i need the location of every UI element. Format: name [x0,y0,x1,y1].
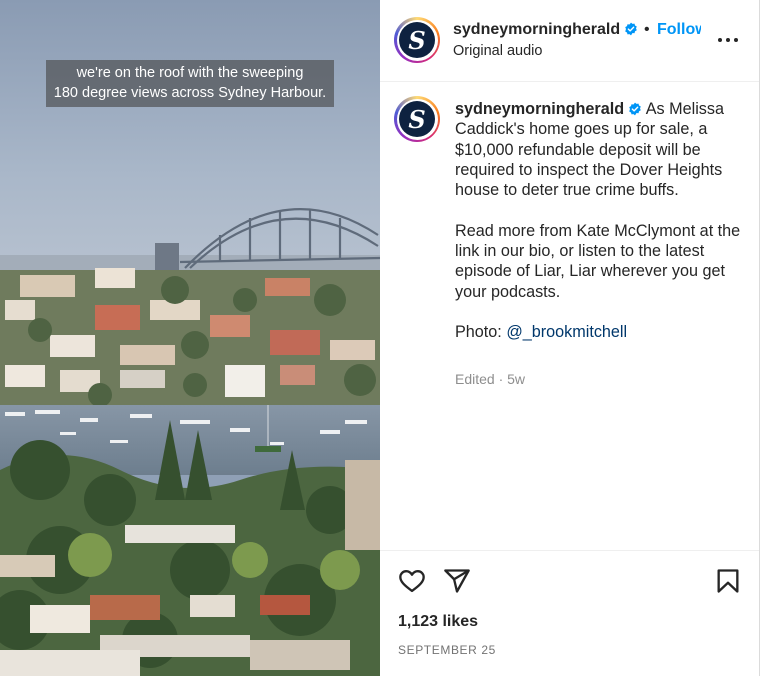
edited-timestamp[interactable]: Edited · 5w [455,371,525,387]
smh-logo-icon: S [399,22,435,58]
audio-label[interactable]: Original audio [453,43,542,59]
separator-dot: • [644,21,650,38]
follow-button[interactable]: Follow [657,21,701,39]
caption-paragraph-2: Read more from Kate McClymont at the lin… [455,221,741,301]
photo-prefix: Photo: [455,323,507,342]
post-date[interactable]: SEPTEMBER 25 [398,643,496,657]
video-subtitle: we're on the roof with the sweeping 180 … [46,60,334,107]
author-name-row: sydneymorningherald [453,21,638,39]
caption-avatar[interactable]: S [394,96,440,142]
post-header: S sydneymorningherald • Follow Original … [380,0,759,82]
bookmark-icon[interactable] [714,567,742,595]
photographer-link[interactable]: @_brookmitchell [506,323,627,341]
caption-username[interactable]: sydneymorningherald [455,100,624,118]
caption-section: S sydneymorningherald As Melissa Caddick… [380,82,759,550]
verified-badge-icon [629,102,641,116]
subtitle-line-1: we're on the roof with the sweeping [76,65,304,81]
caption-paragraph-1: sydneymorningherald As Melissa Caddick's… [455,99,747,200]
subtitle-line-2: 180 degree views across Sydney Harbour. [53,85,327,101]
post-sidebar: S sydneymorningherald • Follow Original … [380,0,760,676]
likes-count[interactable]: 1,123 likes [398,613,478,631]
caption-photo-credit: Photo: @_brookmitchell [455,322,747,342]
author-avatar[interactable]: S [394,17,440,63]
heart-icon[interactable] [398,567,426,595]
post-media[interactable]: we're on the roof with the sweeping 180 … [0,0,380,676]
paper-plane-icon[interactable] [443,567,471,595]
author-username[interactable]: sydneymorningherald [453,21,620,38]
more-options-icon[interactable] [716,30,740,50]
smh-logo-icon: S [399,101,435,137]
verified-badge-icon [625,22,637,36]
post-actions: 1,123 likes SEPTEMBER 25 [380,550,759,676]
caption-text: sydneymorningherald As Melissa Caddick's… [455,99,747,363]
